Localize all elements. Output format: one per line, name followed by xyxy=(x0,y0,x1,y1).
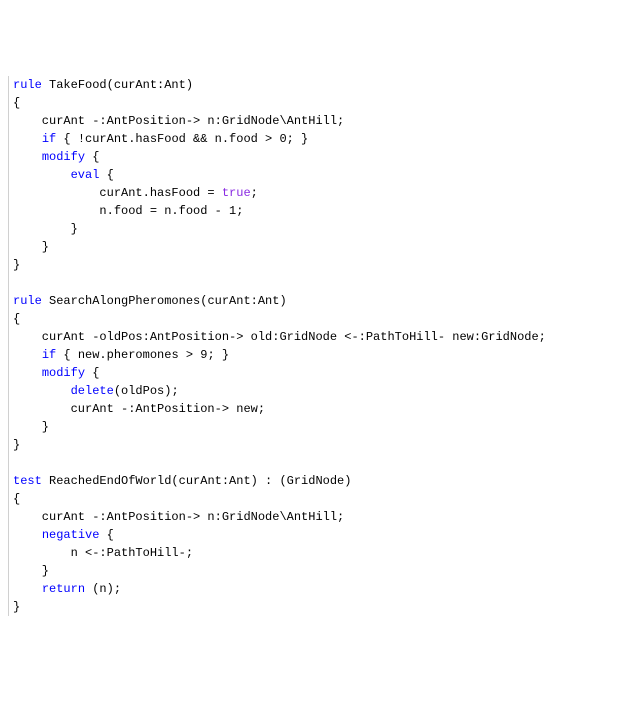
code-line: { xyxy=(13,94,632,112)
code-line: eval { xyxy=(13,166,632,184)
keyword-return: return xyxy=(42,582,85,596)
code-line: curAnt -oldPos:AntPosition-> old:GridNod… xyxy=(13,328,632,346)
code-line: } xyxy=(13,238,632,256)
code-line: modify { xyxy=(13,148,632,166)
keyword-test: test xyxy=(13,474,42,488)
code-line: } xyxy=(13,256,632,274)
code-line: rule SearchAlongPheromones(curAnt:Ant) xyxy=(13,292,632,310)
code-line: n <-:PathToHill-; xyxy=(13,544,632,562)
code-line: } xyxy=(13,562,632,580)
code-line: curAnt -:AntPosition-> n:GridNode\AntHil… xyxy=(13,508,632,526)
code-line: rule TakeFood(curAnt:Ant) xyxy=(13,76,632,94)
code-line: return (n); xyxy=(13,580,632,598)
code-line: modify { xyxy=(13,364,632,382)
brace-open: { xyxy=(85,366,99,380)
code-line: n.food = n.food - 1; xyxy=(13,202,632,220)
literal-true: true xyxy=(222,186,251,200)
code-line: { xyxy=(13,490,632,508)
code-line: } xyxy=(13,418,632,436)
code-line: if { !curAnt.hasFood && n.food > 0; } xyxy=(13,130,632,148)
keyword-negative: negative xyxy=(42,528,100,542)
code-line: delete(oldPos); xyxy=(13,382,632,400)
keyword-rule: rule xyxy=(13,78,42,92)
blank-line xyxy=(13,454,632,472)
keyword-if: if xyxy=(42,132,56,146)
brace-open: { xyxy=(99,168,113,182)
code-line: } xyxy=(13,598,632,616)
code-line: } xyxy=(13,220,632,238)
code-line: if { new.pheromones > 9; } xyxy=(13,346,632,364)
code-line: negative { xyxy=(13,526,632,544)
keyword-modify: modify xyxy=(42,366,85,380)
keyword-rule: rule xyxy=(13,294,42,308)
keyword-eval: eval xyxy=(71,168,100,182)
semicolon: ; xyxy=(251,186,258,200)
if-condition: { !curAnt.hasFood && n.food > 0; } xyxy=(56,132,308,146)
code-line: curAnt -:AntPosition-> n:GridNode\AntHil… xyxy=(13,112,632,130)
code-line: { xyxy=(13,310,632,328)
code-block: rule TakeFood(curAnt:Ant){ curAnt -:AntP… xyxy=(8,76,632,616)
if-condition: { new.pheromones > 9; } xyxy=(56,348,229,362)
brace-open: { xyxy=(85,150,99,164)
assignment: curAnt.hasFood = xyxy=(13,186,222,200)
code-line: } xyxy=(13,436,632,454)
code-line: test ReachedEndOfWorld(curAnt:Ant) : (Gr… xyxy=(13,472,632,490)
keyword-delete: delete xyxy=(71,384,114,398)
test-signature: ReachedEndOfWorld(curAnt:Ant) : (GridNod… xyxy=(42,474,352,488)
brace-open: { xyxy=(99,528,113,542)
delete-args: (oldPos); xyxy=(114,384,179,398)
keyword-modify: modify xyxy=(42,150,85,164)
keyword-if: if xyxy=(42,348,56,362)
code-line: curAnt.hasFood = true; xyxy=(13,184,632,202)
code-line: curAnt -:AntPosition-> new; xyxy=(13,400,632,418)
return-args: (n); xyxy=(85,582,121,596)
rule-signature: SearchAlongPheromones(curAnt:Ant) xyxy=(42,294,287,308)
blank-line xyxy=(13,274,632,292)
rule-signature: TakeFood(curAnt:Ant) xyxy=(42,78,193,92)
